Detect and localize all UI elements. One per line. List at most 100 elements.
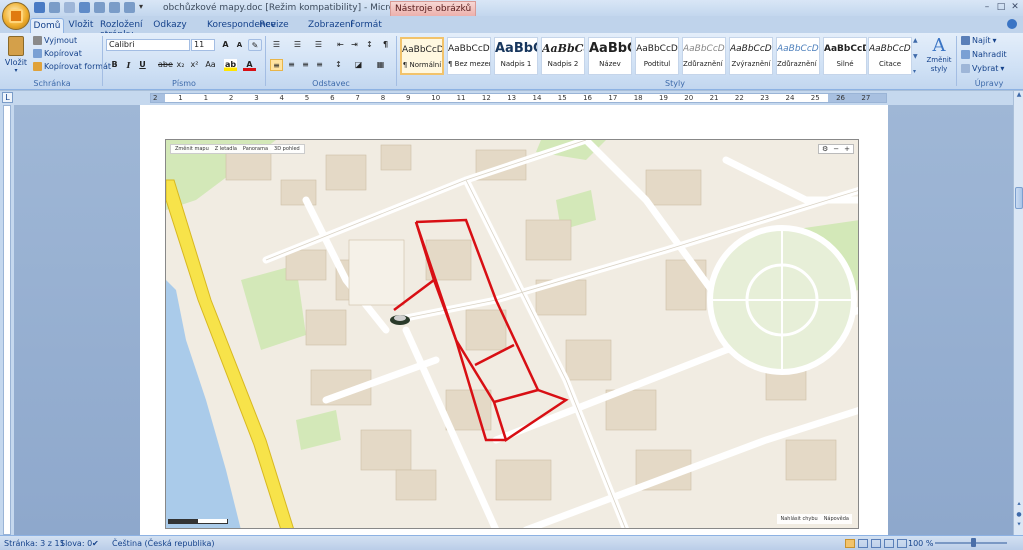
word-count[interactable]: Slova: 0	[60, 539, 92, 548]
decrease-indent-icon[interactable]: ⇤	[334, 39, 347, 51]
tab-insert[interactable]: Vložit	[66, 18, 96, 33]
vertical-ruler[interactable]	[0, 105, 14, 535]
horizontal-ruler[interactable]: L 2 1 1 2 3 4 5 6 7 8 9 10 11 12 13 14 15 16 17 18 19 20 21 22 2…	[0, 91, 1023, 105]
print-layout-icon[interactable]	[845, 539, 855, 548]
zoom-slider-knob[interactable]	[971, 538, 976, 547]
pilcrow-icon[interactable]: ¶	[379, 39, 392, 51]
browse-object-icon[interactable]: ●	[1014, 511, 1023, 521]
tab-home[interactable]: Domů	[30, 18, 64, 33]
justify-icon[interactable]: ≡	[313, 59, 326, 71]
map-image[interactable]: Změnit mapu Z letadla Panorama 3D pohled…	[165, 139, 859, 529]
bullets-icon[interactable]: ☰	[270, 39, 283, 51]
customize-qat-icon[interactable]: ▾	[139, 2, 150, 13]
change-map-button[interactable]: Změnit mapu	[175, 145, 209, 153]
tab-review[interactable]: Zobrazení	[308, 18, 353, 33]
scroll-thumb[interactable]	[1015, 187, 1023, 209]
language[interactable]: Čeština (Česká republika)	[112, 539, 215, 548]
tab-picture-tools[interactable]: Nástroje obrázků	[390, 1, 477, 16]
style-normal[interactable]: AaBbCcDd ¶ Normální	[400, 37, 444, 75]
highlight-icon[interactable]: ab	[224, 59, 237, 71]
change-styles-button[interactable]: A Změnit styly	[926, 36, 952, 74]
undo-icon[interactable]	[49, 2, 60, 13]
tab-references[interactable]: Korespondence	[207, 18, 276, 33]
tab-view[interactable]: Formát	[345, 18, 387, 33]
style-no-spacing[interactable]: AaBbCcDd ¶ Bez mezer	[447, 37, 491, 75]
spellcheck-icon[interactable]	[109, 2, 120, 13]
panorama-button[interactable]: Panorama	[243, 145, 268, 153]
styles-gallery-scroll[interactable]: ▲ ▼ ▾	[913, 37, 923, 75]
zoom-slider[interactable]	[935, 538, 1007, 547]
align-left-icon[interactable]: ≡	[270, 59, 283, 71]
cut-button[interactable]: Vyjmout	[33, 36, 77, 45]
3d-view-button[interactable]: 3D pohled	[274, 145, 300, 153]
more-icon[interactable]: ▾	[913, 68, 923, 75]
strikethrough-icon[interactable]: abe	[158, 59, 173, 71]
paste-button[interactable]: Vložit ▾	[4, 36, 28, 76]
page-count[interactable]: Stránka: 3 z 11	[4, 539, 65, 548]
email-icon[interactable]	[124, 2, 135, 13]
style-heading-2[interactable]: AaBbCc Nadpis 2	[541, 37, 585, 75]
font-family-select[interactable]: Calibri	[106, 39, 190, 51]
report-error-link[interactable]: Nahlásit chybu	[780, 514, 817, 524]
format-painter-button[interactable]: Kopírovat formát	[33, 62, 111, 71]
subscript-icon[interactable]: x₂	[174, 59, 187, 71]
chevron-up-icon[interactable]: ▲	[913, 37, 923, 44]
full-screen-reading-icon[interactable]	[858, 539, 868, 548]
style-quote[interactable]: AaBbCcDd Citace	[868, 37, 912, 75]
redo-icon[interactable]	[64, 2, 75, 13]
style-title[interactable]: AaBbC Název	[588, 37, 632, 75]
style-emphasis[interactable]: AaBbCcDd Zvýraznění	[729, 37, 773, 75]
minimize-icon[interactable]: –	[981, 1, 993, 12]
font-size-select[interactable]: 11	[191, 39, 215, 51]
style-intense-emphasis[interactable]: AaBbCcDd Zdůraznění ...	[776, 37, 820, 75]
grow-font-icon[interactable]: A	[219, 39, 232, 51]
map-settings-icon[interactable]: ⚙	[822, 145, 828, 153]
zoom-in-button[interactable]: +	[844, 145, 850, 153]
align-right-icon[interactable]: ≡	[299, 59, 312, 71]
tab-mailings[interactable]: Revize	[245, 18, 303, 33]
style-heading-1[interactable]: AaBbC Nadpis 1	[494, 37, 538, 75]
shading-icon[interactable]: ◪	[352, 59, 365, 71]
zoom-out-button[interactable]: −	[833, 145, 839, 153]
numbering-icon[interactable]: ☰	[291, 39, 304, 51]
vertical-scrollbar[interactable]: ▲ ⯅ ● ⯆	[1013, 91, 1023, 535]
style-strong[interactable]: AaBbCcDc Silné	[823, 37, 867, 75]
print-preview-icon[interactable]	[94, 2, 105, 13]
superscript-icon[interactable]: x²	[188, 59, 201, 71]
refresh-icon[interactable]	[79, 2, 90, 13]
maximize-icon[interactable]: □	[995, 1, 1007, 12]
borders-icon[interactable]: ▦	[374, 59, 387, 71]
increase-indent-icon[interactable]: ⇥	[348, 39, 361, 51]
aerial-button[interactable]: Z letadla	[215, 145, 237, 153]
tab-page-layout[interactable]: Odkazy	[137, 18, 203, 33]
map-toolbar[interactable]: Změnit mapu Z letadla Panorama 3D pohled	[170, 144, 305, 154]
replace-button[interactable]: Nahradit	[961, 50, 1007, 59]
find-button[interactable]: Najít ▾	[961, 36, 996, 45]
italic-icon[interactable]: I	[122, 59, 135, 71]
help-link[interactable]: Nápověda	[824, 514, 849, 524]
copy-button[interactable]: Kopírovat	[33, 49, 82, 58]
shrink-font-icon[interactable]: A	[233, 39, 246, 51]
style-subtitle[interactable]: AaBbCcD Podtitul	[635, 37, 679, 75]
change-case-icon[interactable]: Aa	[204, 59, 217, 71]
line-spacing-icon[interactable]: ↕	[332, 59, 345, 71]
help-icon[interactable]	[1007, 19, 1017, 29]
proofing-icon[interactable]: ✔	[92, 539, 99, 548]
underline-icon[interactable]: U	[136, 59, 149, 71]
save-icon[interactable]	[34, 2, 45, 13]
next-page-icon[interactable]: ⯆	[1014, 521, 1023, 531]
draft-icon[interactable]	[897, 539, 907, 548]
chevron-down-icon[interactable]: ▼	[913, 53, 923, 60]
zoom-level[interactable]: 100 %	[908, 539, 933, 548]
style-subtle-emphasis[interactable]: AaBbCcDd Zdůraznění ...	[682, 37, 726, 75]
tab-format[interactable]	[405, 18, 437, 33]
web-layout-icon[interactable]	[871, 539, 881, 548]
office-button[interactable]	[2, 2, 30, 30]
clear-formatting-icon[interactable]: ✎	[248, 39, 262, 51]
align-center-icon[interactable]: ≡	[285, 59, 298, 71]
font-color-icon[interactable]: A	[243, 59, 256, 71]
select-button[interactable]: Vybrat ▾	[961, 64, 1004, 73]
outline-icon[interactable]	[884, 539, 894, 548]
prev-page-icon[interactable]: ⯅	[1014, 501, 1023, 511]
multilevel-list-icon[interactable]: ☰	[312, 39, 325, 51]
